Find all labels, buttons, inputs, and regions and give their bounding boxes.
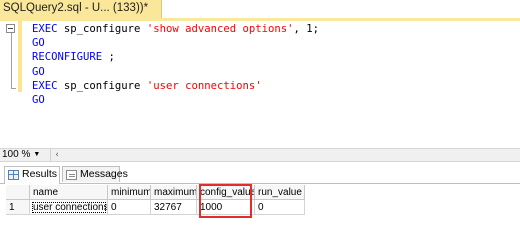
collapse-icon[interactable] xyxy=(6,24,15,33)
zoom-value: 100 % xyxy=(2,149,31,160)
code-line[interactable]: EXEC sp_configure 'user connections' xyxy=(32,79,319,93)
tab-results[interactable]: Results xyxy=(4,166,60,184)
column-header-name[interactable]: name xyxy=(30,185,108,200)
tab-messages-label: Messages xyxy=(80,168,128,180)
row-number[interactable]: 1 xyxy=(6,200,30,215)
code-line[interactable]: GO xyxy=(32,36,319,50)
code-text[interactable]: EXEC sp_configure 'show advanced options… xyxy=(32,22,319,107)
sql-text: sp_configure xyxy=(57,23,147,35)
outline-end xyxy=(11,88,16,89)
column-header-minimum[interactable]: minimum xyxy=(108,185,151,200)
results-tab-strip: Results Messages xyxy=(0,165,520,184)
message-icon xyxy=(66,170,77,180)
sql-text: , 1; xyxy=(293,23,320,35)
document-tab-title: SQLQuery2.sql - U... (133))* xyxy=(3,2,149,14)
cell-minimum[interactable]: 0 xyxy=(108,200,151,215)
sql-text: sp_configure xyxy=(57,79,147,92)
code-line[interactable]: EXEC sp_configure 'show advanced options… xyxy=(32,22,319,36)
scroll-left-icon[interactable]: ‹ xyxy=(50,149,63,161)
sql-keyword: GO xyxy=(32,65,45,78)
grid-icon xyxy=(8,170,19,180)
code-line[interactable]: GO xyxy=(32,65,319,79)
sql-text: ; xyxy=(102,51,115,64)
sql-string: 'user connections' xyxy=(146,79,262,92)
sql-keyword: EXEC xyxy=(32,79,58,92)
outline-line xyxy=(11,29,12,89)
sql-keyword: RECONFIGURE xyxy=(32,51,103,64)
code-line[interactable]: RECONFIGURE ; xyxy=(32,50,319,64)
config-value-highlight-box xyxy=(199,184,252,218)
code-line[interactable]: GO xyxy=(32,93,319,107)
grid-corner[interactable] xyxy=(6,185,30,200)
cell-name[interactable]: user connections xyxy=(30,200,108,215)
tab-results-label: Results xyxy=(22,168,58,180)
cell-maximum[interactable]: 32767 xyxy=(151,200,197,215)
change-indicator-bar xyxy=(18,21,22,92)
zoom-dropdown[interactable]: 100 % ▼ xyxy=(2,149,40,161)
chevron-down-icon: ▼ xyxy=(33,151,41,158)
sql-keyword: GO xyxy=(32,37,45,50)
tab-messages[interactable]: Messages xyxy=(62,166,128,182)
sql-keyword: GO xyxy=(32,93,45,106)
column-header-maximum[interactable]: maximum xyxy=(151,185,197,200)
document-tab-strip: SQLQuery2.sql - U... (133))* xyxy=(0,0,520,21)
sql-keyword: EXEC xyxy=(32,23,58,35)
sql-string: 'show advanced options' xyxy=(146,23,294,35)
editor-status-bar: 100 % ▼ ‹ xyxy=(0,148,520,162)
document-tab[interactable]: SQLQuery2.sql - U... (133))* xyxy=(0,0,162,18)
cell-run-value[interactable]: 0 xyxy=(255,200,305,215)
results-pane: Results Messages name minimum maximum co… xyxy=(0,162,520,245)
column-header-run-value[interactable]: run_value xyxy=(255,185,305,200)
query-editor[interactable]: EXEC sp_configure 'show advanced options… xyxy=(0,21,520,147)
